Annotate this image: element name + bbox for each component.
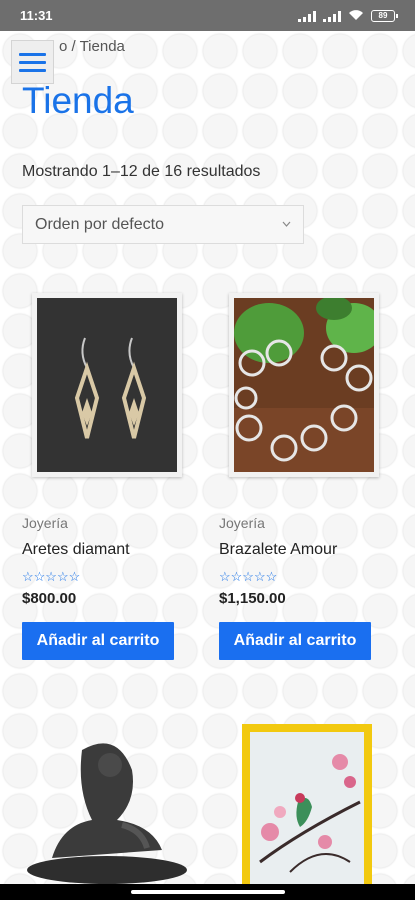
battery-level: 89: [378, 11, 388, 20]
wifi-icon: [348, 9, 364, 23]
product-category[interactable]: Joyería: [219, 515, 265, 531]
signal-icon: [323, 10, 341, 22]
home-gesture-pill[interactable]: [131, 890, 285, 894]
add-to-cart-button[interactable]: Añadir al carrito: [219, 622, 371, 660]
product-price: $800.00: [22, 590, 77, 607]
orderby-select[interactable]: Orden por defecto: [22, 205, 304, 244]
hamburger-line: [19, 60, 46, 64]
orderby-value: Orden por defecto: [35, 215, 164, 233]
rating-stars: ☆☆☆☆☆: [219, 569, 278, 584]
breadcrumb[interactable]: o / Tienda: [59, 38, 125, 55]
status-icons: 89: [298, 9, 398, 23]
product-image[interactable]: [229, 293, 382, 477]
add-to-cart-button[interactable]: Añadir al carrito: [22, 622, 174, 660]
hamburger-line: [19, 68, 46, 72]
product-image[interactable]: [32, 293, 182, 477]
result-count: Mostrando 1–12 de 16 resultados: [22, 163, 261, 180]
chevron-down-icon: [282, 219, 291, 230]
sculpture-image: [27, 743, 187, 884]
status-bar: 11:31 89: [0, 0, 415, 31]
product-price: $1,150.00: [219, 590, 286, 607]
hamburger-line: [19, 52, 46, 56]
product-category[interactable]: Joyería: [22, 515, 68, 531]
bracelet-image: [234, 296, 382, 472]
product-name[interactable]: Brazalete Amour: [219, 541, 337, 559]
product-image[interactable]: [22, 730, 192, 884]
hummingbird-painting: [250, 732, 364, 884]
status-time: 11:31: [20, 8, 53, 23]
product-image[interactable]: [242, 724, 372, 884]
menu-button[interactable]: [11, 40, 54, 84]
rating-stars: ☆☆☆☆☆: [22, 569, 81, 584]
product-name[interactable]: Aretes diamant: [22, 541, 130, 559]
battery-icon: 89: [371, 9, 398, 22]
signal-icon: [298, 10, 316, 22]
earrings-image: [37, 298, 177, 472]
page-title: Tienda: [22, 80, 134, 121]
